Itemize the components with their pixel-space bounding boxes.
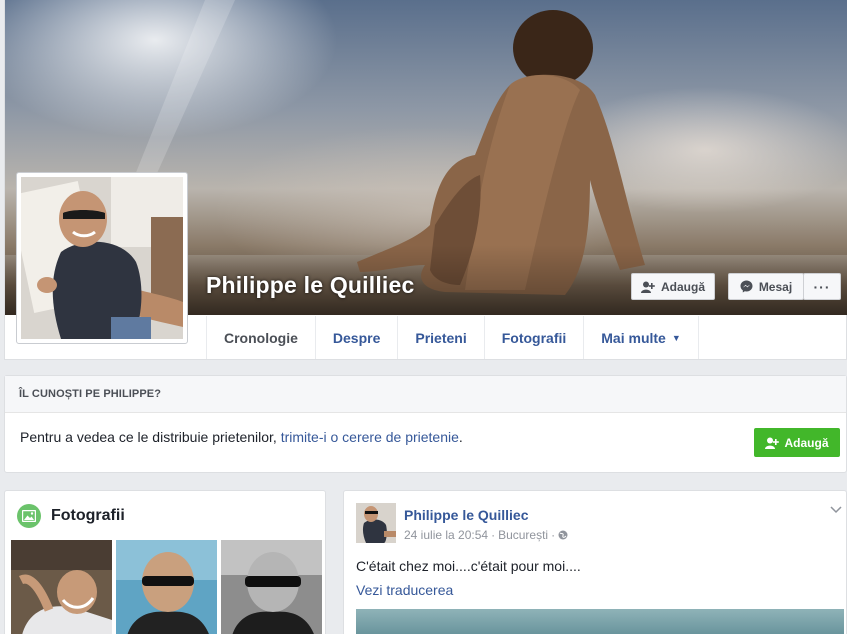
- friend-suggestion-text: Pentru a vedea ce le distribuie prieteni…: [20, 429, 463, 445]
- post-meta-separator: ·: [551, 528, 556, 542]
- tab-despre[interactable]: Despre: [316, 316, 399, 359]
- post-meta: 24 iulie la 20:54 · București ·: [404, 528, 568, 542]
- profile-photo-image: [21, 177, 183, 339]
- photo-thumbnail-image: [116, 540, 217, 634]
- messenger-icon: [740, 280, 753, 293]
- post-author-avatar-image: [356, 503, 396, 543]
- tab-label: Prieteni: [415, 329, 467, 346]
- photos-icon: [17, 504, 41, 528]
- photos-card-header[interactable]: Fotografii: [17, 504, 125, 528]
- message-button[interactable]: Mesaj: [728, 273, 804, 300]
- profile-name[interactable]: Philippe le Quilliec: [206, 272, 415, 299]
- photo-thumbnail-image: [11, 540, 112, 634]
- photo-thumbnail-image: [221, 540, 322, 634]
- send-friend-request-link[interactable]: trimite-i o cerere de prietenie: [281, 429, 459, 445]
- friend-suggestion-heading: ÎL CUNOȘTI PE PHILIPPE?: [5, 376, 846, 413]
- post-location[interactable]: București: [498, 528, 548, 542]
- photo-thumbnail[interactable]: [116, 540, 217, 634]
- friend-suggestion-panel: ÎL CUNOȘTI PE PHILIPPE? Pentru a vedea c…: [4, 375, 847, 473]
- profile-picture[interactable]: [16, 172, 188, 344]
- photo-thumbnail[interactable]: [11, 540, 112, 634]
- tab-label: Cronologie: [224, 329, 298, 346]
- message-label: Mesaj: [758, 279, 793, 294]
- tab-cronologie[interactable]: Cronologie: [207, 316, 316, 359]
- tab-label: Despre: [332, 329, 381, 346]
- chevron-down-icon[interactable]: [830, 503, 842, 517]
- dropdown-caret-icon: ▼: [671, 332, 681, 343]
- tab-prieteni[interactable]: Prieteni: [398, 316, 485, 359]
- more-options-button[interactable]: ···: [803, 273, 841, 300]
- add-friend-green-label: Adaugă: [784, 435, 829, 450]
- add-friend-icon: [641, 281, 655, 293]
- profile-tabs: Cronologie Despre Prieteni Fotografii Ma…: [206, 316, 699, 359]
- add-friend-button[interactable]: Adaugă: [631, 273, 715, 300]
- photos-card: Fotografii: [4, 490, 326, 634]
- tab-fotografii[interactable]: Fotografii: [485, 316, 585, 359]
- globe-icon[interactable]: [558, 530, 568, 540]
- post-date[interactable]: 24 iulie la 20:54: [404, 528, 488, 542]
- more-icon: ···: [813, 278, 831, 295]
- post-author-avatar[interactable]: [356, 503, 396, 543]
- post-text: C'était chez moi....c'était pour moi....: [356, 558, 581, 574]
- add-friend-green-button[interactable]: Adaugă: [754, 428, 840, 457]
- friend-suggestion-text-start: Pentru a vedea ce le distribuie prieteni…: [20, 429, 281, 445]
- tab-label: Fotografii: [501, 329, 567, 346]
- see-translation-link[interactable]: Vezi traducerea: [356, 582, 453, 598]
- post-image[interactable]: [356, 609, 844, 634]
- timeline-post: Philippe le Quilliec 24 iulie la 20:54 ·…: [343, 490, 847, 634]
- post-author-name[interactable]: Philippe le Quilliec: [404, 507, 528, 523]
- add-friend-icon: [765, 437, 780, 449]
- tab-label: Mai multe: [601, 329, 666, 346]
- photos-card-title: Fotografii: [51, 507, 125, 524]
- tab-mai-multe[interactable]: Mai multe ▼: [584, 316, 699, 359]
- post-meta-separator: ·: [491, 528, 496, 542]
- add-friend-label: Adaugă: [660, 279, 705, 294]
- photo-thumbnail[interactable]: [221, 540, 322, 634]
- friend-suggestion-text-end: .: [458, 429, 463, 445]
